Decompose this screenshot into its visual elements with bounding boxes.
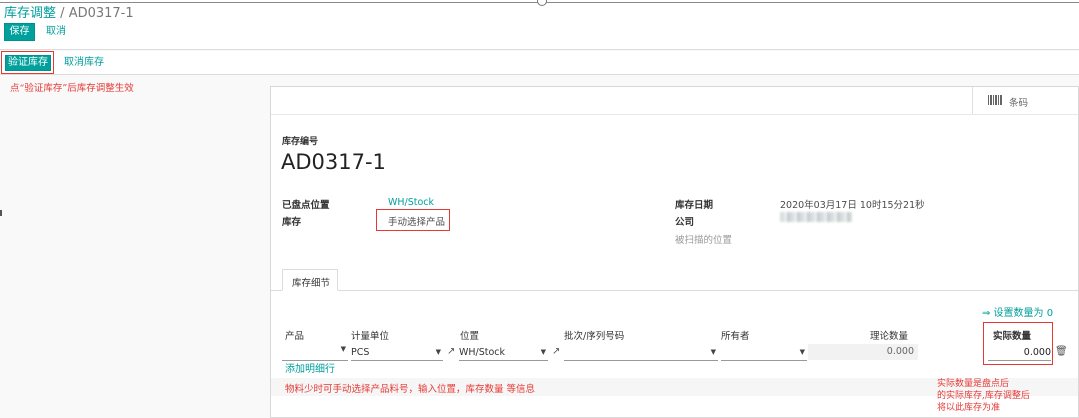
- column-header-lot[interactable]: 批次/序列号码: [564, 328, 624, 342]
- tab-inventory-details[interactable]: 库存细节: [282, 269, 338, 291]
- tab-border: [271, 290, 1078, 291]
- dropdown-caret-icon: ▼: [435, 348, 441, 356]
- company-label: 公司: [675, 217, 695, 228]
- breadcrumb: 库存调整 / AD0317-1: [4, 2, 134, 21]
- column-header-uom[interactable]: 计量单位: [351, 328, 389, 342]
- inventory-value[interactable]: 手动选择产品: [388, 214, 445, 228]
- location-label: 已盘点位置: [282, 200, 330, 211]
- manual-entry-annotation: 物料少时可手动选择产品料号，输入位置，库存数量 等信息: [285, 384, 536, 395]
- reference-label: 库存编号: [282, 137, 319, 147]
- validate-inventory-button[interactable]: 验证库存: [5, 55, 51, 71]
- dropdown-caret-icon: ▼: [340, 345, 346, 353]
- control-panel: [0, 0, 1079, 50]
- add-line-link[interactable]: 添加明细行: [285, 362, 335, 378]
- column-header-owner[interactable]: 所有者: [721, 328, 750, 342]
- dropdown-caret-icon: ▼: [799, 348, 805, 356]
- dropdown-caret-icon: ▼: [710, 348, 716, 356]
- counted-annotation-line: 实际数量是盘点后: [937, 379, 1010, 389]
- breadcrumb-parent[interactable]: 库存调整: [4, 6, 56, 21]
- date-label: 库存日期: [675, 200, 714, 211]
- counted-quantity-input[interactable]: 0.000: [988, 345, 1051, 361]
- scanned-location-label: 被扫描的位置: [675, 235, 733, 246]
- cancel-inventory-button[interactable]: 取消库存: [64, 55, 104, 71]
- counted-annotation-line: 将以此库存为准: [937, 403, 1001, 413]
- uom-field[interactable]: PCS ▼: [351, 345, 443, 361]
- lot-field[interactable]: ▼: [564, 345, 718, 361]
- discard-button[interactable]: 取消: [46, 24, 66, 40]
- dropdown-caret-icon: ▼: [540, 348, 546, 356]
- barcode-icon: [988, 95, 1003, 105]
- set-quantity-zero-button[interactable]: ⇒ 设置数量为 0: [982, 306, 1053, 322]
- column-header-location[interactable]: 位置: [460, 328, 479, 342]
- form-sheet: [270, 86, 1079, 418]
- date-value[interactable]: 2020年03月17日 10时15分21秒: [780, 197, 925, 211]
- validate-annotation: 点“验证库存”后库存调整生效: [10, 83, 134, 94]
- breadcrumb-separator: /: [60, 6, 65, 21]
- column-header-theoretical[interactable]: 理论数量: [870, 328, 908, 342]
- tab-label: 库存细节: [292, 278, 331, 289]
- row-location-value: WH/Stock: [459, 347, 506, 358]
- save-button[interactable]: 保存: [4, 23, 35, 41]
- barcode-button[interactable]: 条码: [1009, 95, 1028, 109]
- delete-line-icon[interactable]: 🗑: [1055, 346, 1068, 357]
- counted-annotation-line: 的实际库存,库存调整后: [937, 391, 1030, 401]
- external-link-icon[interactable]: ↗: [552, 346, 560, 357]
- button-box-border: [271, 114, 1078, 115]
- uom-value: PCS: [351, 347, 370, 358]
- column-header-product[interactable]: 产品: [285, 328, 304, 342]
- location-field[interactable]: WH/Stock ▼: [459, 345, 548, 361]
- inventory-label: 库存: [282, 217, 302, 228]
- status-bar: [0, 51, 1079, 75]
- reference-title: AD0317-1: [281, 150, 386, 174]
- company-value-blurred: [780, 212, 852, 222]
- breadcrumb-current: AD0317-1: [68, 6, 134, 21]
- location-link[interactable]: WH/Stock: [388, 197, 434, 208]
- external-link-icon[interactable]: ↗: [447, 346, 455, 357]
- button-box-divider: [972, 87, 973, 114]
- counted-annotation: 实际数量是盘点后 的实际库存,库存调整后 将以此库存为准: [937, 378, 1030, 414]
- owner-field[interactable]: ▼: [721, 345, 807, 361]
- left-edge-mark: [0, 210, 2, 216]
- product-field[interactable]: ▼: [282, 345, 348, 361]
- theoretical-quantity: 0.000: [808, 344, 918, 360]
